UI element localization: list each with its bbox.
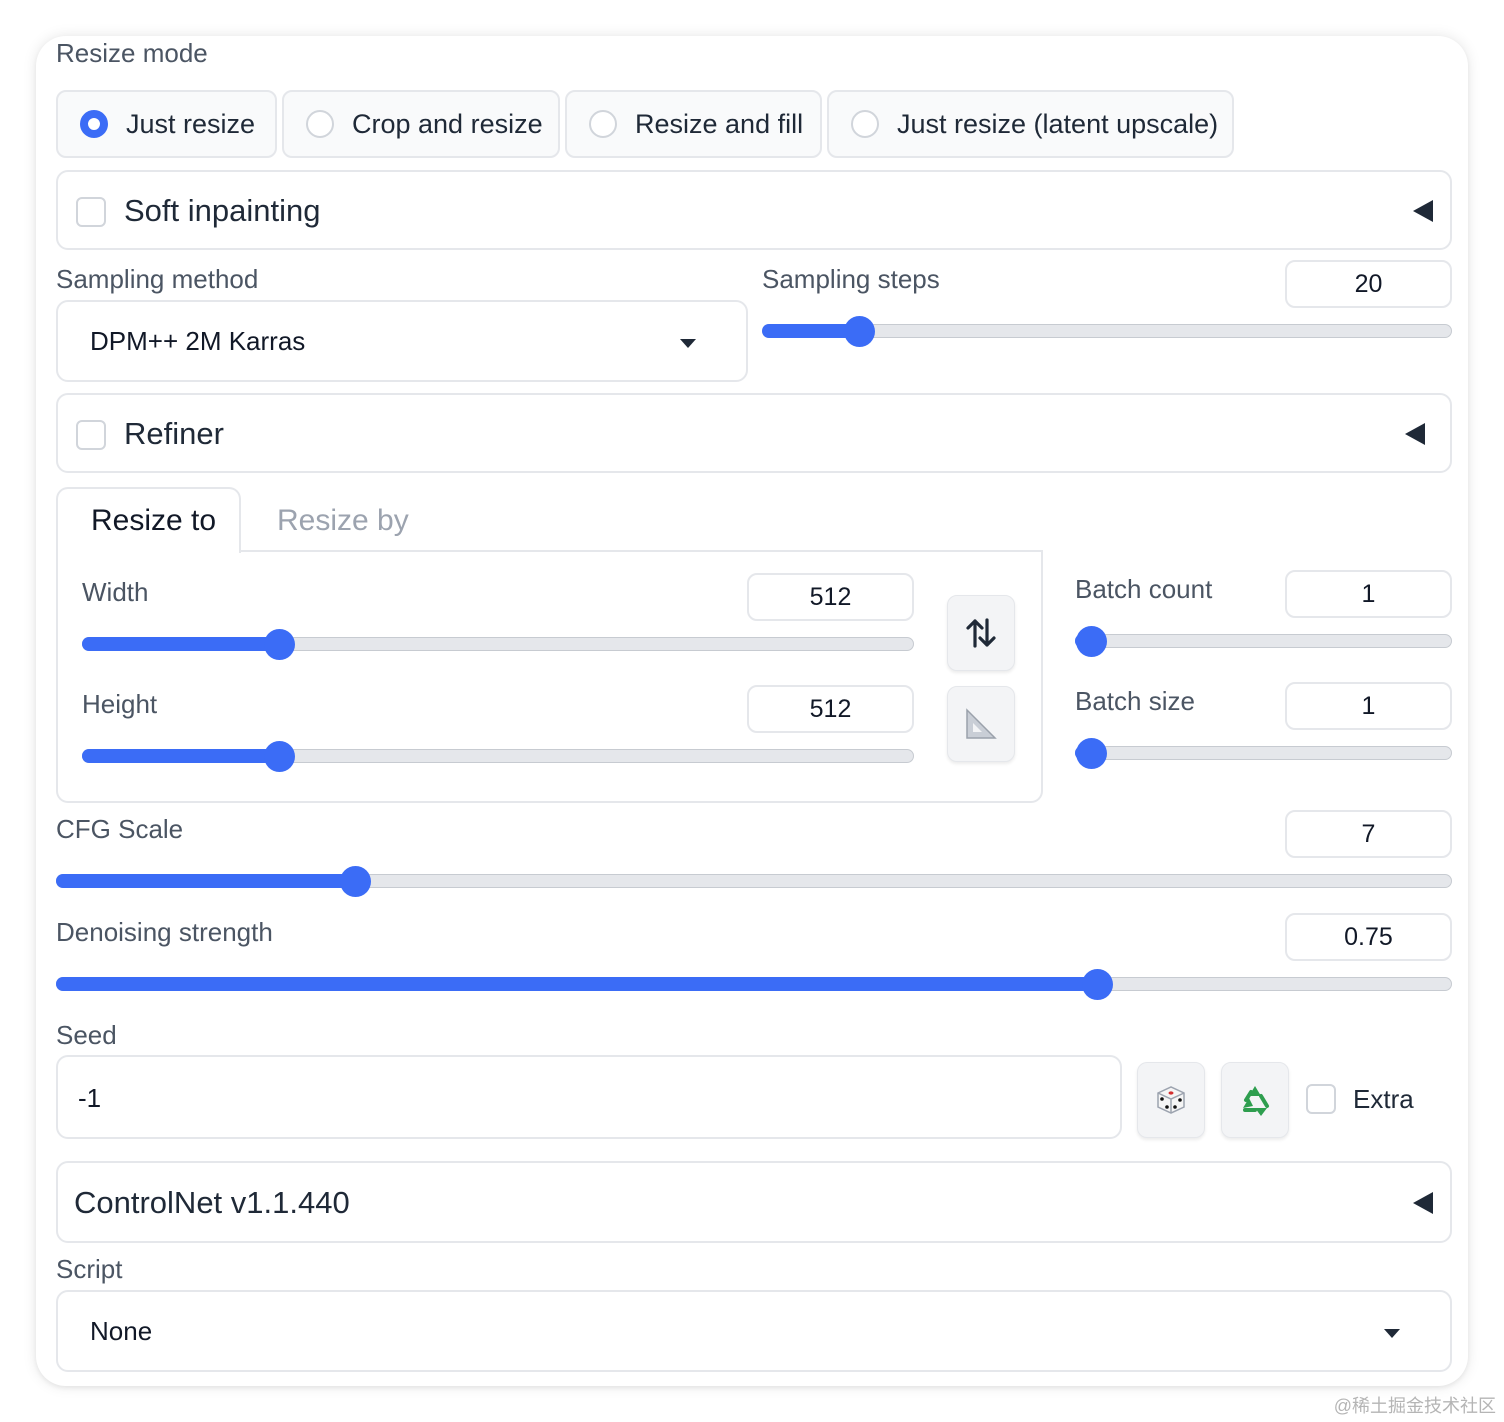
slider-thumb[interactable]: [843, 316, 875, 347]
radio-indicator-selected[interactable]: [80, 110, 108, 138]
sampling-method-value: DPM++ 2M Karras: [90, 326, 306, 356]
triangle-ruler-icon: [966, 708, 997, 739]
radio-label: Just resize: [126, 108, 256, 139]
seed-label: Seed: [56, 1020, 117, 1050]
cfg-scale-input[interactable]: 7: [1285, 810, 1452, 858]
extra-checkbox[interactable]: [1306, 1084, 1336, 1114]
batch-size-input[interactable]: 1: [1285, 682, 1452, 730]
slider-thumb[interactable]: [264, 629, 296, 660]
slider-thumb[interactable]: [339, 866, 371, 897]
refiner-checkbox[interactable]: [76, 420, 106, 450]
chevron-down-icon: [1384, 1329, 1400, 1338]
swap-arrows-icon: [966, 618, 996, 648]
radio-indicator[interactable]: [306, 110, 334, 138]
sampling-steps-label: Sampling steps: [762, 264, 940, 294]
batch-count-input[interactable]: 1: [1285, 570, 1452, 618]
width-slider[interactable]: [82, 629, 914, 660]
caret-left-icon[interactable]: [1413, 200, 1433, 222]
tab-resize-to[interactable]: Resize to: [56, 487, 241, 553]
seed-input[interactable]: -1: [56, 1055, 1122, 1139]
soft-inpainting-checkbox[interactable]: [76, 197, 106, 227]
radio-indicator[interactable]: [589, 110, 617, 138]
refiner-accordion[interactable]: Refiner: [56, 393, 1452, 473]
slider-thumb[interactable]: [1082, 969, 1114, 1000]
width-label: Width: [82, 577, 149, 607]
tab-label: Resize to: [91, 504, 217, 537]
slider-thumb[interactable]: [1076, 626, 1107, 657]
batch-count-slider[interactable]: [1075, 626, 1452, 657]
script-label: Script: [56, 1254, 123, 1284]
sampling-steps-slider[interactable]: [762, 316, 1452, 347]
script-dropdown[interactable]: None: [56, 1290, 1452, 1372]
height-input[interactable]: 512: [747, 685, 914, 733]
slider-fill: [82, 749, 280, 763]
slider-track: [1075, 634, 1452, 648]
denoising-strength-slider[interactable]: [56, 969, 1452, 1000]
chevron-down-icon: [680, 339, 696, 348]
extra-label: Extra: [1353, 1084, 1414, 1114]
height-label: Height: [82, 689, 158, 719]
random-seed-button[interactable]: [1137, 1062, 1205, 1138]
soft-inpainting-title: Soft inpainting: [124, 193, 321, 228]
cfg-scale-label: CFG Scale: [56, 814, 184, 844]
radio-indicator[interactable]: [851, 110, 879, 138]
slider-fill: [82, 637, 280, 651]
watermark: @稀土掘金技术社区: [1333, 1396, 1496, 1416]
radio-label: Crop and resize: [352, 108, 543, 139]
radio-crop-and-resize[interactable]: Crop and resize: [282, 90, 560, 158]
radio-label: Just resize (latent upscale): [897, 108, 1219, 139]
resize-mode-label: Resize mode: [56, 38, 208, 68]
batch-count-label: Batch count: [1075, 574, 1213, 604]
batch-size-slider[interactable]: [1075, 738, 1452, 769]
tab-resize-by[interactable]: Resize by: [277, 504, 409, 538]
seed-value: -1: [78, 1083, 102, 1113]
slider-fill: [56, 977, 1098, 991]
soft-inpainting-accordion[interactable]: Soft inpainting: [56, 170, 1452, 250]
denoising-strength-input[interactable]: 0.75: [1285, 913, 1452, 961]
script-value: None: [90, 1316, 153, 1346]
batch-size-label: Batch size: [1075, 686, 1195, 716]
slider-thumb[interactable]: [1076, 738, 1107, 769]
height-slider[interactable]: [82, 741, 914, 772]
swap-dimensions-button[interactable]: [947, 595, 1015, 671]
radio-label: Resize and fill: [635, 108, 804, 139]
caret-left-icon[interactable]: [1405, 423, 1425, 445]
caret-left-icon[interactable]: [1413, 1192, 1433, 1214]
radio-just-resize[interactable]: Just resize: [56, 90, 277, 158]
dice-icon: [1157, 1086, 1185, 1114]
aspect-ratio-button[interactable]: [947, 686, 1015, 762]
radio-just-resize-latent-upscale[interactable]: Just resize (latent upscale): [827, 90, 1234, 158]
sampling-method-label: Sampling method: [56, 264, 259, 294]
controlnet-accordion[interactable]: ControlNet v1.1.440: [56, 1161, 1452, 1243]
cfg-scale-slider[interactable]: [56, 866, 1452, 897]
refiner-title: Refiner: [124, 416, 224, 451]
denoising-strength-label: Denoising strength: [56, 917, 273, 947]
slider-thumb[interactable]: [264, 741, 296, 772]
recycle-icon: [1243, 1086, 1269, 1116]
radio-resize-and-fill[interactable]: Resize and fill: [565, 90, 822, 158]
sampling-steps-input[interactable]: 20: [1285, 260, 1452, 308]
sampling-method-dropdown[interactable]: DPM++ 2M Karras: [56, 300, 748, 382]
slider-fill: [56, 874, 355, 888]
reuse-seed-button[interactable]: [1221, 1062, 1289, 1138]
width-input[interactable]: 512: [747, 573, 914, 621]
controlnet-title: ControlNet v1.1.440: [74, 1185, 350, 1220]
tab-divider: [240, 550, 1043, 552]
slider-track: [1075, 746, 1452, 760]
